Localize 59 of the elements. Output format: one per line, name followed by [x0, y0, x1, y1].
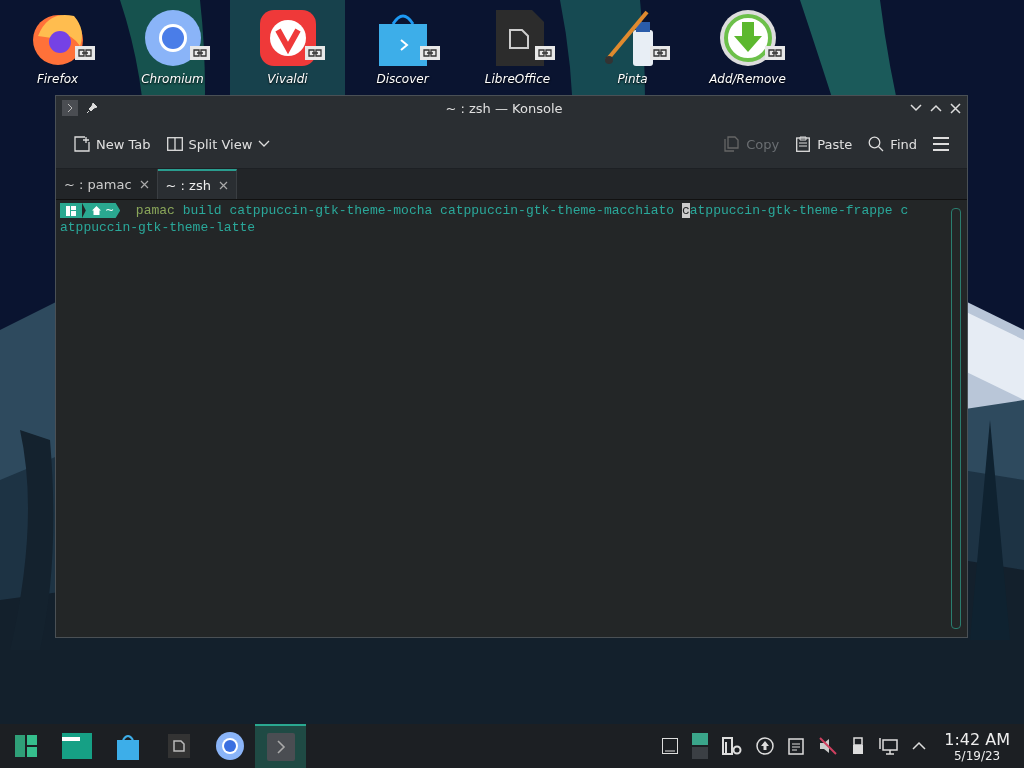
icon-label[interactable]: LibreOffice [484, 72, 551, 86]
pin-icon[interactable] [86, 102, 98, 114]
pager-icon[interactable] [692, 733, 709, 759]
document-icon[interactable] [167, 734, 190, 758]
link-badge-icon [420, 46, 440, 60]
command-line: atppuccin-gtk-theme-latte [60, 220, 256, 235]
desktop-icon[interactable] [662, 738, 679, 754]
link-badge-icon [650, 46, 670, 60]
link-badge-icon [535, 46, 555, 60]
close-icon[interactable] [139, 179, 149, 189]
manjaro-logo-icon[interactable] [13, 734, 38, 758]
icon-label[interactable]: Discover [376, 72, 429, 86]
menu-icon [933, 137, 949, 151]
icon-label[interactable]: Firefox [36, 72, 79, 86]
folder-icon[interactable] [61, 733, 92, 759]
maximize-icon[interactable] [930, 104, 942, 112]
download-icon[interactable] [717, 8, 778, 68]
link-badge-icon [765, 46, 785, 60]
close-icon[interactable] [218, 180, 228, 190]
window-title: ~ : zsh — Konsole [444, 100, 564, 116]
columns-icon [166, 136, 183, 152]
minimize-icon[interactable] [910, 104, 922, 112]
manjaro-logo-icon [66, 205, 76, 216]
icon-label[interactable]: Add/Remove [709, 72, 786, 86]
chromium-icon[interactable] [142, 8, 203, 68]
terminal-icon [62, 100, 78, 116]
chevron-down-icon [258, 140, 271, 148]
tab[interactable]: ~ : pamac [56, 169, 158, 199]
command-line: pamac build catppuccin-gtk-theme-mocha catppuccin-gtk-theme-macchiato catppuccin-gtk-theme-frappe c [135, 203, 909, 218]
new-tab-button[interactable]: New Tab [68, 131, 157, 157]
usb-drive-icon[interactable] [852, 737, 865, 755]
network-icon[interactable] [878, 737, 899, 755]
chevron-up-icon[interactable] [912, 741, 927, 751]
link-badge-icon [75, 46, 95, 60]
clipboard-icon [795, 136, 812, 152]
icon-label[interactable]: Vivaldi [267, 72, 308, 86]
new-tab-icon [74, 136, 90, 152]
muted-speaker-icon[interactable] [818, 736, 839, 756]
chromium-icon[interactable] [214, 731, 245, 761]
link-badge-icon [190, 46, 210, 60]
terminal-icon[interactable] [266, 733, 295, 761]
search-icon [868, 136, 885, 152]
clipboard-icon[interactable] [788, 737, 805, 755]
link-badge-icon [305, 46, 325, 60]
home-icon [92, 206, 101, 216]
gear-icon[interactable] [722, 737, 743, 755]
icon-label[interactable]: Pinta [617, 72, 648, 86]
clock-time[interactable]: 1:42 AM [944, 729, 1010, 749]
upload-icon[interactable] [756, 737, 775, 755]
clock-date[interactable]: 5/19/23 [954, 748, 1001, 763]
find-button[interactable]: Find [862, 131, 923, 157]
copy-icon [724, 136, 741, 152]
paste-button[interactable]: Paste [789, 131, 859, 157]
prompt-directory: ~ [105, 203, 115, 220]
scrollbar[interactable] [951, 208, 961, 629]
tab[interactable]: ~ : zsh [157, 169, 237, 199]
shopping-bag-icon[interactable] [115, 732, 140, 760]
split-view-button[interactable]: Split View [160, 131, 277, 157]
icon-label[interactable]: Chromium [141, 72, 204, 86]
